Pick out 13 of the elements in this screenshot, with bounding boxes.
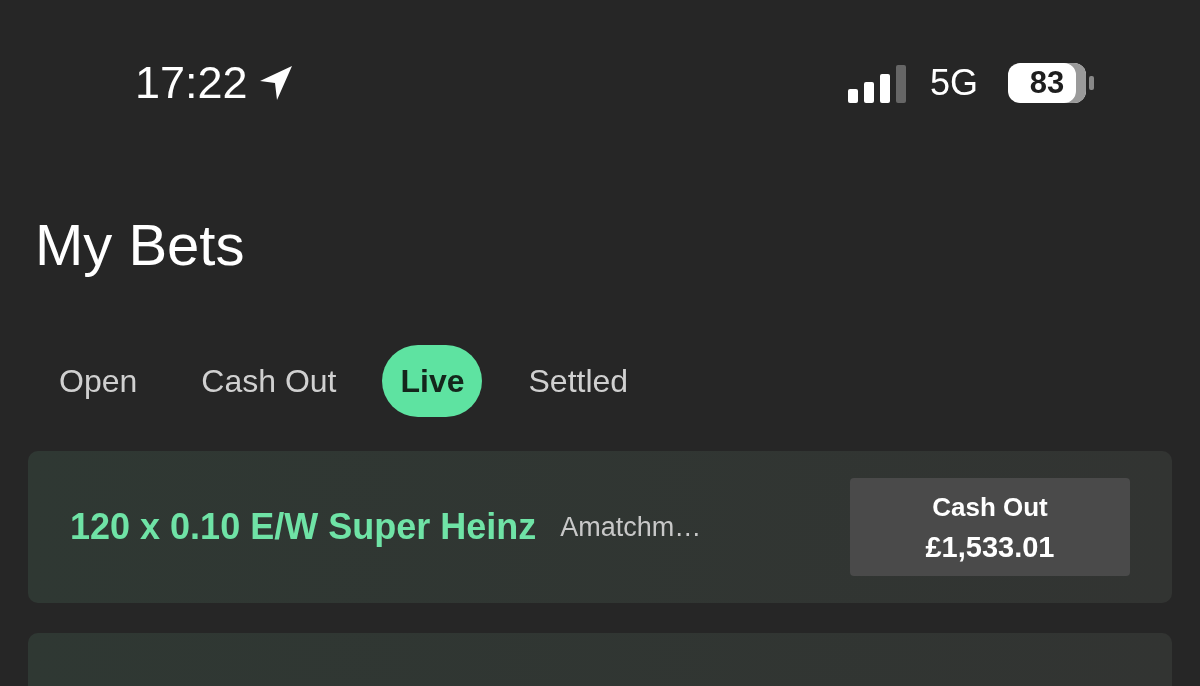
signal-icon bbox=[847, 62, 908, 103]
event-name: Amatchm… bbox=[560, 511, 703, 543]
battery-level: 83 bbox=[1008, 62, 1086, 103]
clock-time: 17:22 bbox=[135, 56, 248, 109]
page-title: My Bets bbox=[35, 215, 246, 275]
battery-cap-icon bbox=[1089, 75, 1094, 90]
cash-out-button[interactable]: Cash Out £1,533.01 bbox=[850, 478, 1130, 576]
filter-tab[interactable]: Open bbox=[41, 345, 156, 417]
filter-tab[interactable]: Live bbox=[382, 345, 483, 417]
network-label: 5G bbox=[929, 61, 978, 104]
bet-name: 120 x 0.10 E/W Super Heinz bbox=[70, 506, 537, 548]
filter-tab[interactable]: Settled bbox=[510, 345, 647, 417]
filter-tab[interactable]: Cash Out bbox=[183, 345, 355, 417]
